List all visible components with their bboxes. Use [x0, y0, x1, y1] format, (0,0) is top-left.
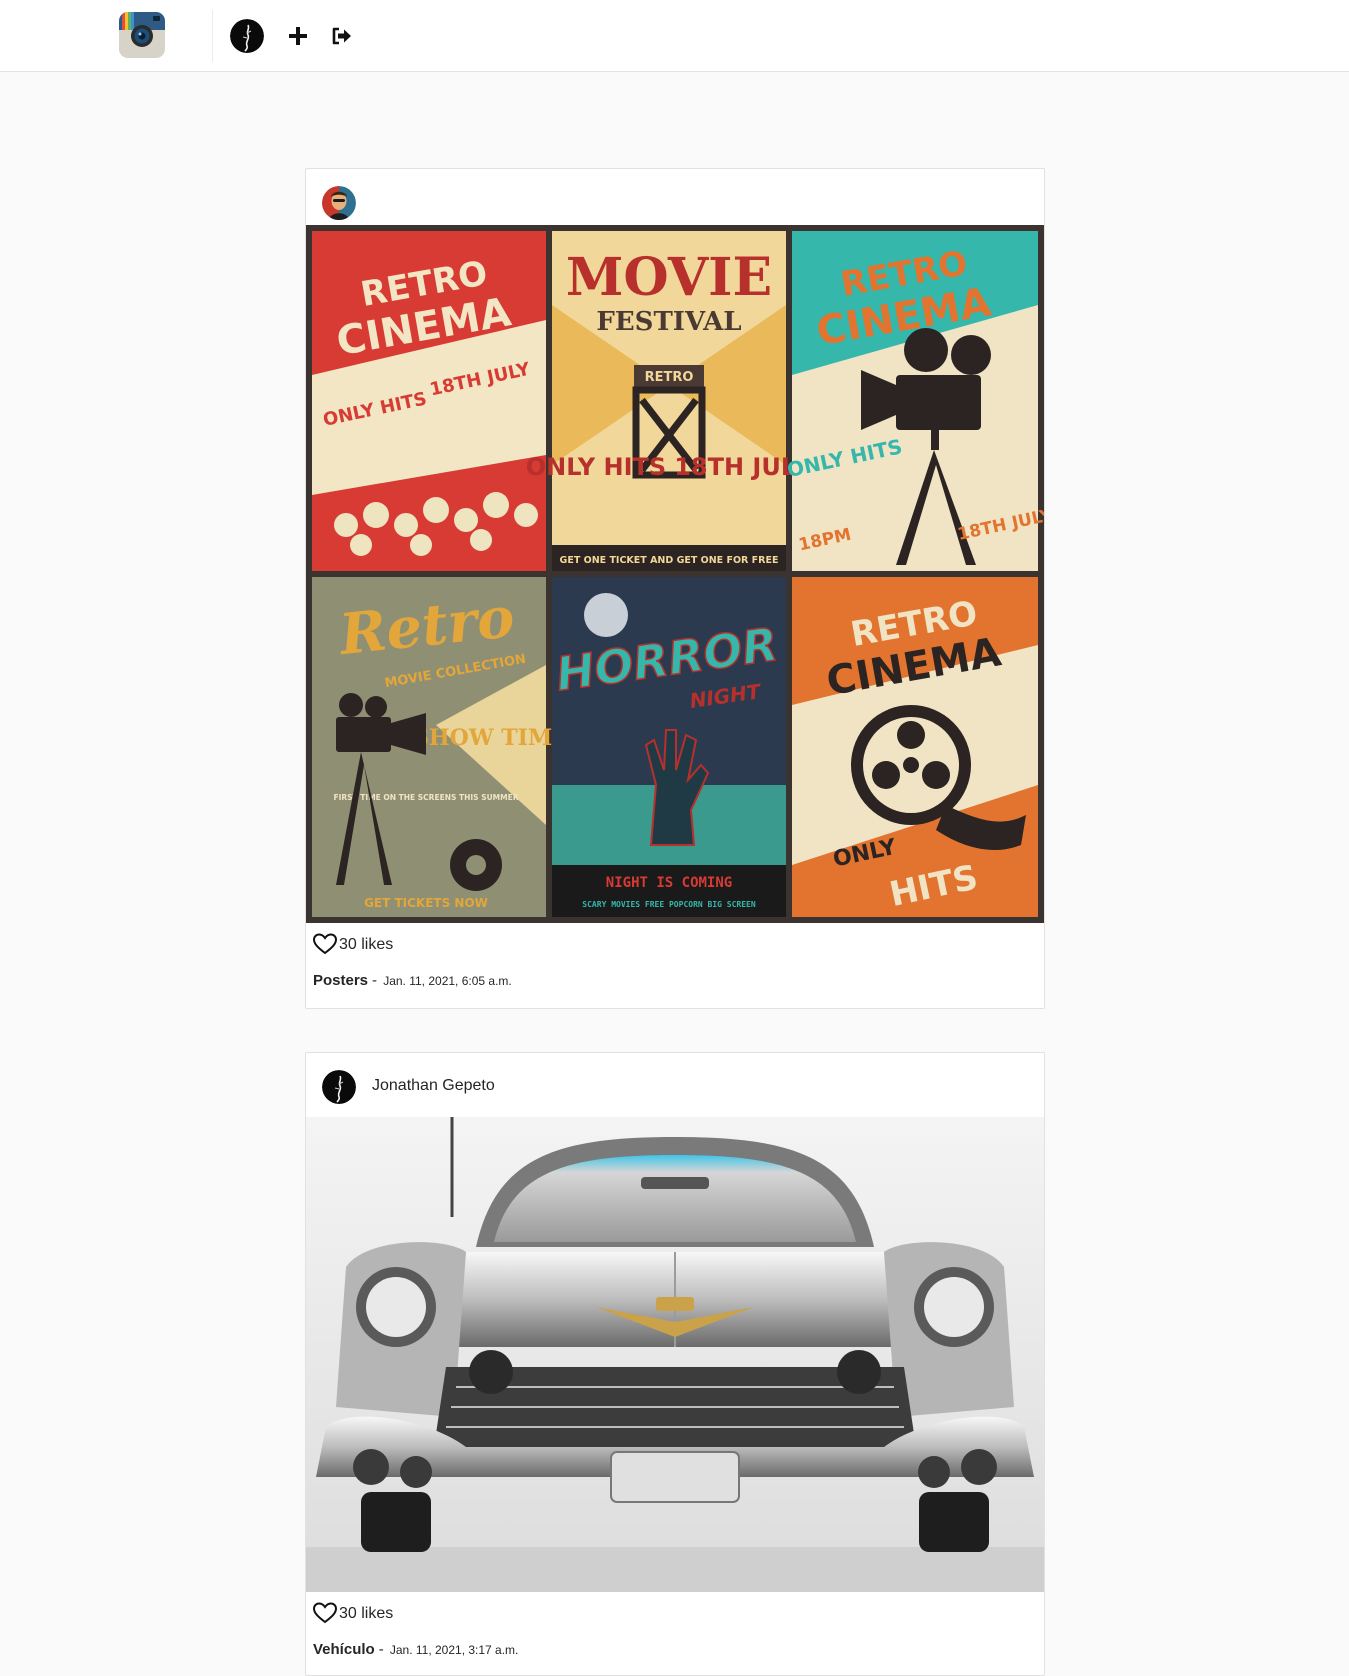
top-navbar	[0, 0, 1349, 72]
likes-count: 30 likes	[339, 936, 394, 953]
plus-icon	[289, 27, 307, 45]
add-post-button[interactable]	[284, 22, 312, 50]
post-title: Posters	[313, 972, 369, 989]
poster-text: MOVIE	[566, 247, 772, 308]
heart-icon[interactable]	[313, 933, 337, 955]
post-title-wrap: Posters - Jan. 11, 2021, 6:05 a.m.	[313, 972, 512, 989]
post-date: Jan. 11, 2021, 3:17 a.m.	[389, 1643, 519, 1657]
poster-text: FIRST TIME ON THE SCREENS THIS SUMMER	[333, 793, 518, 802]
logout-button[interactable]	[328, 22, 356, 50]
poster-text: NIGHT IS COMING	[606, 875, 732, 891]
poster-text: GET TICKETS NOW	[364, 896, 488, 910]
post-title-wrap: Vehículo - Jan. 11, 2021, 3:17 a.m.	[313, 1641, 518, 1658]
post-author-avatar[interactable]	[322, 186, 356, 220]
poster-text: GET ONE TICKET AND GET ONE FOR FREE	[560, 555, 779, 566]
post-header: Jonathan Gepeto	[306, 1053, 1044, 1117]
classic-car-image	[306, 1117, 1044, 1592]
logout-icon	[332, 27, 351, 45]
post-caption: Vehículo - Jan. 11, 2021, 3:17 a.m.	[306, 1632, 1044, 1674]
post-header	[306, 169, 1044, 225]
caption-separator: -	[372, 972, 378, 989]
retro-cinema-posters-image: RETRO CINEMA ONLY HITS 18TH JULY MOVIE F…	[306, 225, 1044, 923]
poster-text: ONLY HITS	[526, 453, 666, 481]
post-actions: 30 likes	[306, 923, 1044, 963]
post-card: RETRO CINEMA ONLY HITS 18TH JULY MOVIE F…	[305, 168, 1045, 1009]
post-card: Jonathan Gepeto 30 likes Vehículo - Jan.…	[305, 1052, 1045, 1676]
nav-divider	[212, 10, 213, 62]
post-caption: Posters - Jan. 11, 2021, 6:05 a.m.	[306, 963, 1044, 1005]
profile-avatar[interactable]	[230, 19, 264, 53]
poster-text: RETRO	[645, 370, 694, 385]
post-title: Vehículo	[313, 1641, 375, 1658]
post-actions: 30 likes	[306, 1592, 1044, 1632]
caption-separator: -	[378, 1641, 384, 1658]
camera-app-logo-icon[interactable]	[119, 12, 165, 58]
post-author-name[interactable]: Jonathan Gepeto	[372, 1077, 495, 1095]
post-author-avatar[interactable]	[322, 1070, 356, 1104]
poster-text: SHOW TIME	[413, 725, 569, 751]
likes-count: 30 likes	[339, 1605, 394, 1622]
post-date: Jan. 11, 2021, 6:05 a.m.	[383, 974, 512, 988]
poster-text: SCARY MOVIES FREE POPCORN BIG SCREEN	[582, 900, 756, 909]
poster-text: FESTIVAL	[596, 307, 741, 337]
heart-icon[interactable]	[313, 1602, 337, 1624]
